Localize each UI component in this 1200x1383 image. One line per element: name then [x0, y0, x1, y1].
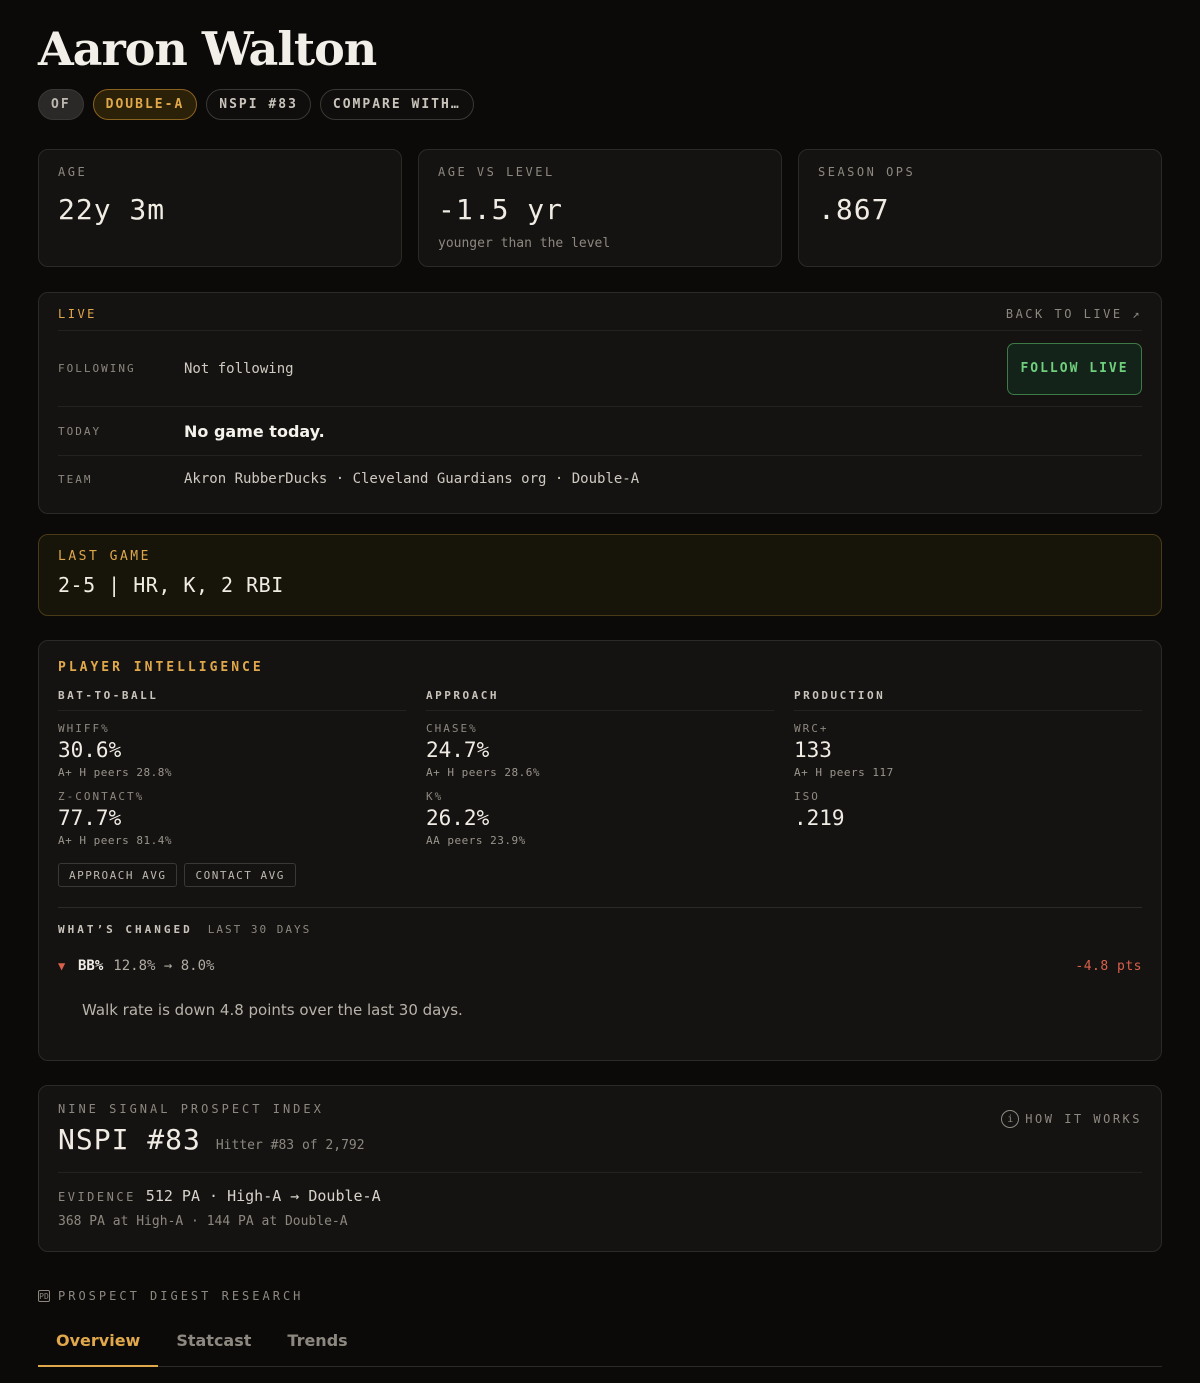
metric: WHIFF% 30.6% A+ H peers 28.8%: [58, 722, 426, 779]
rank-tag[interactable]: NSPI #83: [206, 89, 311, 120]
nspi-sub: Hitter #83 of 2,792: [215, 1138, 365, 1153]
metric-value: 133: [794, 738, 832, 762]
live-panel: LIVE BACK TO LIVE ↗ FOLLOWING Not follow…: [38, 292, 1162, 514]
metric-peer: A+ H peers 81.4%: [58, 834, 172, 847]
evidence-value: 512 PA · High-A → Double-A: [145, 1187, 381, 1205]
metric-value: 26.2%: [426, 806, 490, 830]
nspi-rank: NSPI #83: [58, 1123, 201, 1156]
card-label: SEASON OPS: [818, 165, 916, 179]
research-header: PD PROSPECT DIGEST RESEARCH: [38, 1289, 303, 1303]
how-it-works-link[interactable]: i HOW IT WORKS: [1001, 1110, 1142, 1128]
season-ops-card: SEASON OPS .867: [798, 149, 1162, 267]
metric-value: 30.6%: [58, 738, 122, 762]
follow-live-button[interactable]: FOLLOW LIVE: [1007, 342, 1142, 395]
following-label: FOLLOWING: [58, 362, 136, 375]
evidence-label: EVIDENCE: [58, 1190, 136, 1204]
prospect-digest-icon: PD: [38, 1290, 50, 1302]
card-value: .867: [818, 193, 890, 226]
level-tag: DOUBLE-A: [92, 89, 198, 120]
metric-label: WHIFF%: [58, 722, 110, 735]
tab-trends[interactable]: Trends: [269, 1322, 365, 1367]
whats-changed-period: LAST 30 DAYS: [207, 923, 312, 936]
bat-to-ball-column: BAT-TO-BALL WHIFF% 30.6% A+ H peers 28.8…: [58, 689, 426, 887]
metric-label: K%: [426, 790, 444, 803]
metric-peer: A+ H peers 117: [794, 766, 894, 779]
metric-label: WRC+: [794, 722, 829, 735]
card-label: AGE VS LEVEL: [438, 165, 555, 179]
column-head: APPROACH: [426, 689, 774, 711]
column-head: BAT-TO-BALL: [58, 689, 406, 711]
metric-label: CHASE%: [426, 722, 478, 735]
following-value: Not following: [184, 360, 294, 377]
metric-label: ISO: [794, 790, 820, 803]
change-stat: BB%: [78, 958, 104, 974]
summary-cards: AGE 22y 3m AGE VS LEVEL -1.5 yr younger …: [38, 149, 1162, 267]
metric: K% 26.2% AA peers 23.9%: [426, 790, 794, 847]
metric: ISO .219: [794, 790, 1142, 830]
team-row: TEAM Akron RubberDucks · Cleveland Guard…: [58, 456, 1142, 502]
metric: WRC+ 133 A+ H peers 117: [794, 722, 1142, 779]
how-it-works-label: HOW IT WORKS: [1025, 1112, 1142, 1126]
team-label: TEAM: [58, 472, 93, 486]
age-card: AGE 22y 3m: [38, 149, 402, 267]
metric-value: 77.7%: [58, 806, 122, 830]
metric-value: 24.7%: [426, 738, 490, 762]
live-title: LIVE: [58, 306, 97, 321]
age-vs-level-card: AGE VS LEVEL -1.5 yr younger than the le…: [418, 149, 782, 267]
change-row: ▼ BB% 12.8% → 8.0% -4.8 pts: [58, 958, 1142, 974]
card-value: 22y 3m: [58, 193, 166, 226]
metric-peer: A+ H peers 28.6%: [426, 766, 540, 779]
team-value: Akron RubberDucks · Cleveland Guardians …: [184, 471, 640, 487]
research-label: PROSPECT DIGEST RESEARCH: [58, 1289, 304, 1303]
whats-changed-title: WHAT’S CHANGED: [58, 923, 193, 936]
player-name: Aaron Walton: [38, 22, 377, 76]
tab-bar: Overview Statcast Trends: [38, 1322, 1162, 1367]
approach-column: APPROACH CHASE% 24.7% A+ H peers 28.6% K…: [426, 689, 794, 887]
today-row: TODAY No game today.: [58, 407, 1142, 456]
change-range: 12.8% → 8.0%: [113, 958, 215, 974]
tab-overview[interactable]: Overview: [38, 1322, 159, 1367]
tab-statcast[interactable]: Statcast: [158, 1322, 269, 1367]
metric-peer: AA peers 23.9%: [426, 834, 526, 847]
card-label: AGE: [58, 165, 88, 179]
metric: Z-CONTACT% 77.7% A+ H peers 81.4%: [58, 790, 426, 847]
card-value: -1.5 yr: [438, 193, 564, 226]
today-label: TODAY: [58, 424, 102, 438]
metric: CHASE% 24.7% A+ H peers 28.6%: [426, 722, 794, 779]
back-to-live-link[interactable]: BACK TO LIVE ↗: [1006, 307, 1142, 321]
metric-value: .219: [794, 806, 845, 830]
down-arrow-icon: ▼: [58, 959, 66, 973]
position-tag: OF: [38, 89, 84, 120]
compare-button[interactable]: COMPARE WITH…: [319, 89, 474, 120]
following-row: FOLLOWING Not following FOLLOW LIVE: [58, 331, 1142, 407]
player-tags: OF DOUBLE-A NSPI #83 COMPARE WITH…: [38, 89, 474, 120]
last-game-panel: LAST GAME 2-5 | HR, K, 2 RBI: [38, 534, 1162, 616]
last-game-label: LAST GAME: [58, 549, 151, 564]
metric-peer: A+ H peers 28.8%: [58, 766, 172, 779]
change-note: Walk rate is down 4.8 points over the la…: [82, 1001, 463, 1019]
evidence-detail: 368 PA at High-A · 144 PA at Double-A: [58, 1214, 348, 1229]
nspi-panel: NINE SIGNAL PROSPECT INDEX NSPI #83 Hitt…: [38, 1085, 1162, 1252]
player-intelligence-panel: PLAYER INTELLIGENCE BAT-TO-BALL WHIFF% 3…: [38, 640, 1162, 1061]
column-head: PRODUCTION: [794, 689, 1142, 711]
today-value: No game today.: [184, 421, 325, 441]
metric-label: Z-CONTACT%: [58, 790, 145, 803]
last-game-value: 2-5 | HR, K, 2 RBI: [58, 573, 284, 597]
card-sub: younger than the level: [438, 236, 611, 251]
intelligence-title: PLAYER INTELLIGENCE: [58, 660, 264, 675]
info-icon: i: [1001, 1110, 1020, 1128]
nspi-label: NINE SIGNAL PROSPECT INDEX: [58, 1102, 324, 1116]
change-delta: -4.8 pts: [1075, 958, 1142, 974]
production-column: PRODUCTION WRC+ 133 A+ H peers 117 ISO .…: [794, 689, 1142, 887]
contact-avg-chip[interactable]: CONTACT AVG: [184, 863, 296, 887]
approach-avg-chip[interactable]: APPROACH AVG: [58, 863, 178, 887]
